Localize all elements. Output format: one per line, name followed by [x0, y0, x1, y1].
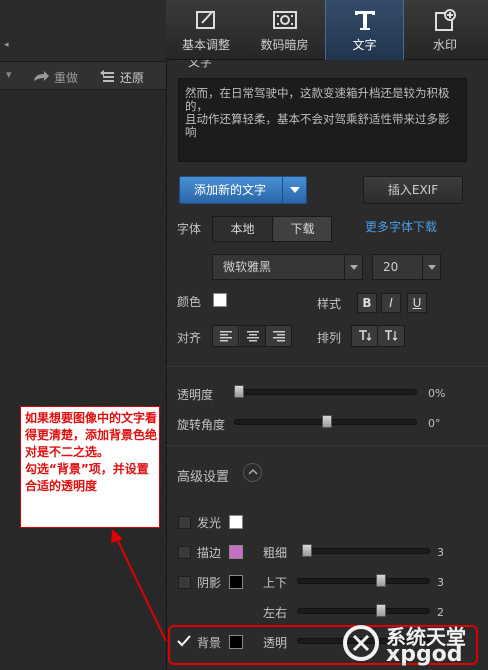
opacity-label: 透明度: [177, 388, 214, 402]
tool-tabs: 基本调整 数码暗房 文字 水印: [166, 0, 488, 60]
stroke-thickness-value: 3: [437, 546, 444, 559]
add-text-button[interactable]: 添加新的文字: [179, 176, 307, 204]
align-group: [212, 325, 292, 347]
color-label: 颜色: [177, 295, 202, 309]
align-right-icon: [273, 331, 285, 342]
glow-label: 发光: [197, 516, 222, 530]
redo-button[interactable]: 重做: [32, 67, 87, 85]
font-size-value: 20: [383, 260, 399, 274]
font-source-tabs: 本地 下载: [212, 216, 332, 242]
align-right-button[interactable]: [267, 326, 291, 346]
tab-download-fonts[interactable]: 下载: [274, 217, 331, 241]
site-watermark: 系统天堂 xpgod: [340, 618, 488, 670]
text-color-swatch[interactable]: [213, 293, 227, 307]
horizontal-text-button[interactable]: [352, 326, 378, 346]
watermark-logo-icon: [343, 625, 379, 661]
style-label: 样式: [317, 297, 342, 311]
left-top-strip: ◂: [0, 0, 166, 62]
annotation-callout: 如果想要图像中的文字看得更清楚，添加背景色绝对是不二之选。 勾选“背景”项，并设…: [20, 406, 160, 528]
chevron-down-icon: [344, 255, 362, 279]
align-center-button[interactable]: [240, 326, 266, 346]
divider: [166, 366, 488, 367]
shadow-horizontal-slider[interactable]: [297, 608, 430, 614]
text-content-input[interactable]: 然而，在日常驾驶中，这款变速箱升档还是较为积极的， 且动作还算轻柔，基本不会对驾…: [178, 78, 467, 162]
crop-icon: [196, 10, 215, 29]
italic-button[interactable]: I: [381, 293, 401, 313]
opacity-slider-thumb[interactable]: [234, 385, 244, 398]
section-title: 文字: [188, 60, 213, 69]
stroke-label: 描边: [197, 546, 222, 560]
divider: [166, 445, 488, 446]
restore-label: 还原: [120, 71, 145, 85]
shadow-vertical-slider[interactable]: [297, 578, 430, 584]
section-header: ▾ 文字: [174, 60, 484, 72]
stroke-thickness-slider[interactable]: [302, 548, 430, 554]
shadow-vertical-value: 3: [437, 576, 444, 589]
glow-color-swatch[interactable]: [229, 515, 243, 529]
stroke-thickness-label: 粗细: [263, 546, 288, 560]
tab-watermark-label: 水印: [432, 38, 457, 52]
add-text-label: 添加新的文字: [194, 183, 267, 197]
watermark-line2: xpgod: [386, 642, 463, 667]
watermark-icon: [435, 9, 456, 31]
align-left-icon: [220, 331, 232, 342]
tab-digital-darkroom-label: 数码暗房: [260, 38, 309, 52]
chevron-down-icon[interactable]: ▾: [176, 60, 181, 64]
tab-text-label: 文字: [352, 38, 377, 52]
arrange-group: [351, 325, 405, 347]
font-label: 字体: [177, 222, 202, 236]
toolbar-arrow-icon: ▾: [6, 68, 12, 81]
tab-basic-adjust[interactable]: 基本调整: [168, 0, 244, 60]
tab-watermark[interactable]: 水印: [405, 0, 485, 60]
chevron-down-icon: [422, 255, 440, 279]
shadow-color-swatch[interactable]: [229, 575, 243, 589]
shadow-vertical-label: 上下: [263, 576, 288, 590]
history-toolbar: ▾ 重做 还原: [0, 62, 166, 90]
rotation-label: 旋转角度: [177, 418, 226, 432]
horizontal-text-icon: [359, 330, 372, 341]
shadow-horizontal-label: 左右: [263, 606, 288, 620]
restore-button[interactable]: 还原: [100, 67, 160, 85]
rotation-slider-thumb[interactable]: [322, 415, 332, 428]
tab-basic-adjust-label: 基本调整: [181, 38, 230, 52]
stroke-color-swatch[interactable]: [229, 545, 243, 559]
rotation-value: 0°: [428, 417, 441, 430]
align-left-button[interactable]: [213, 326, 239, 346]
chevron-up-icon: [248, 469, 258, 475]
shadow-horizontal-thumb[interactable]: [376, 604, 386, 617]
collapse-arrow-icon[interactable]: ◂: [4, 40, 9, 50]
tab-text[interactable]: 文字: [325, 0, 404, 60]
align-center-icon: [247, 331, 259, 342]
film-icon: [272, 11, 297, 29]
arrange-label: 排列: [317, 331, 342, 345]
bold-button[interactable]: B: [357, 293, 377, 313]
advanced-settings-label: 高级设置: [177, 470, 230, 485]
shadow-vertical-thumb[interactable]: [376, 574, 386, 587]
opacity-slider[interactable]: [234, 389, 417, 395]
vertical-text-icon: [385, 330, 398, 341]
stroke-thickness-thumb[interactable]: [302, 544, 312, 557]
add-text-dropdown[interactable]: [282, 177, 306, 203]
tab-local-fonts[interactable]: 本地: [213, 217, 273, 241]
text-icon: [354, 11, 375, 30]
chevron-down-icon: [290, 187, 300, 193]
restore-icon: [100, 70, 114, 82]
shadow-label: 阴影: [197, 576, 222, 590]
font-family-value: 微软雅黑: [223, 260, 272, 274]
align-label: 对齐: [177, 331, 202, 345]
insert-exif-button[interactable]: 插入EXIF: [363, 176, 463, 204]
more-fonts-link[interactable]: 更多字体下载: [365, 218, 437, 235]
vertical-text-button[interactable]: [379, 326, 404, 346]
font-size-select[interactable]: 20: [372, 254, 441, 280]
opacity-value: 0%: [428, 387, 446, 400]
redo-label: 重做: [54, 71, 79, 85]
tab-digital-darkroom[interactable]: 数码暗房: [245, 0, 324, 60]
underline-button[interactable]: U: [407, 293, 427, 313]
collapse-advanced-button[interactable]: [243, 463, 262, 482]
redo-icon: [34, 71, 49, 81]
font-family-select[interactable]: 微软雅黑: [212, 254, 363, 280]
